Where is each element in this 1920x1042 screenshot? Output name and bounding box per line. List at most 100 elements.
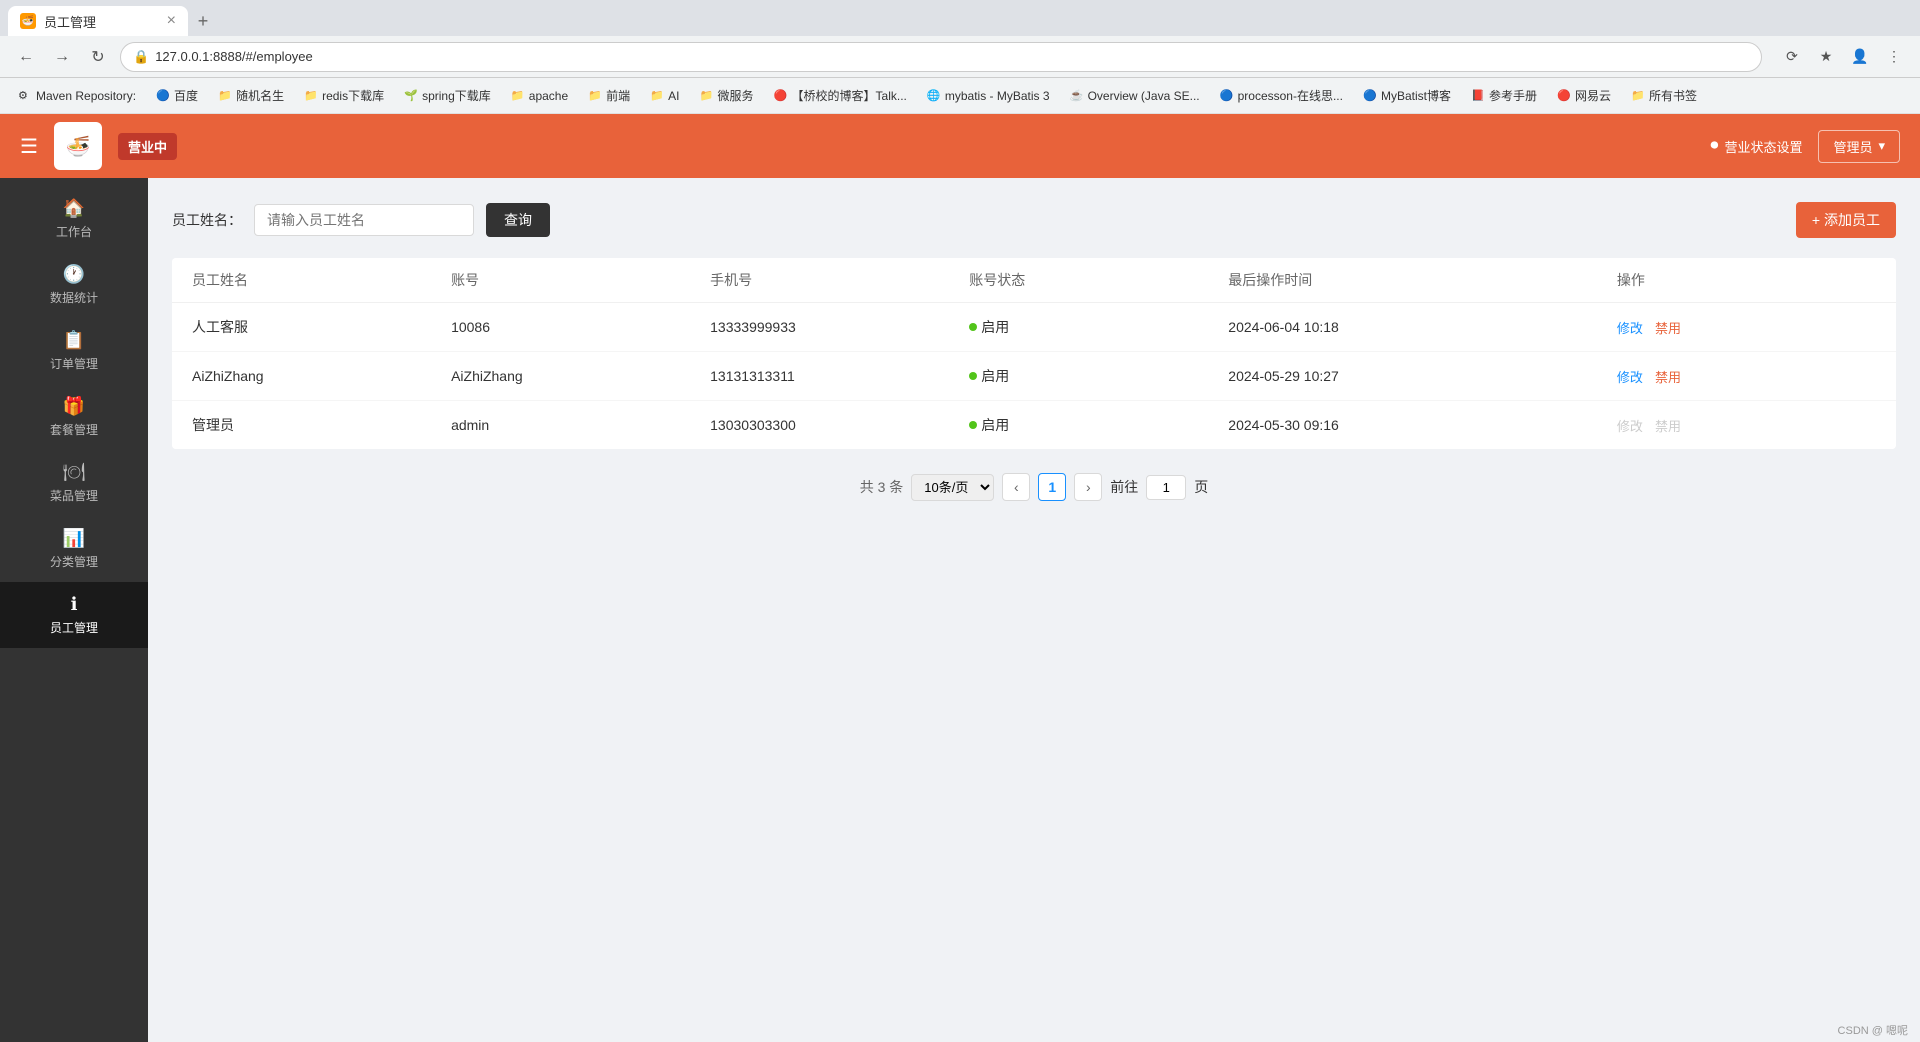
app-wrapper: ☰ 🍜 营业中 ⏺ 营业状态设置 管理员 ▾ xyxy=(0,114,1920,1042)
categories-icon: 📊 xyxy=(63,528,85,549)
bookmark-redis[interactable]: 📁 redis下载库 xyxy=(296,83,392,108)
search-bar: 员工姓名： 查询 + 添加员工 xyxy=(172,202,1896,238)
bookmark-apache[interactable]: 📁 apache xyxy=(503,85,576,107)
sidebar-item-orders[interactable]: 📋 订单管理 xyxy=(0,318,148,384)
lock-icon: 🔒 xyxy=(133,49,149,65)
forward-btn[interactable]: → xyxy=(48,43,76,71)
bookmark-java[interactable]: ☕ Overview (Java SE... xyxy=(1062,85,1208,107)
settings-btn[interactable]: ⋮ xyxy=(1880,43,1908,71)
table-header: 员工姓名 账号 手机号 账号状态 最后操作时间 操作 xyxy=(172,258,1896,303)
maven-icon: ⚙ xyxy=(18,89,32,103)
bookmark-reference[interactable]: 📕 参考手册 xyxy=(1463,83,1545,108)
sidebar-item-workbench[interactable]: 🏠 工作台 xyxy=(0,186,148,252)
edit-btn-1[interactable]: 修改 xyxy=(1617,367,1643,386)
table-row: 管理员 admin 13030303300 启用 2024-05-30 09:1… xyxy=(172,401,1896,449)
tab-close-btn[interactable]: × xyxy=(167,12,176,30)
business-status-icon: ⏺ xyxy=(1710,137,1718,155)
pagination: 共 3 条 10条/页 20条/页 50条/页 ‹ 1 › 前往 页 xyxy=(172,473,1896,501)
profile-btn[interactable]: 👤 xyxy=(1846,43,1874,71)
status-badge: 营业中 xyxy=(118,133,177,160)
employee-name: AiZhiZhang xyxy=(192,368,451,384)
address-text: 127.0.0.1:8888/#/employee xyxy=(155,49,313,64)
employee-account: 10086 xyxy=(451,319,710,335)
bookmark-spring[interactable]: 🌱 spring下载库 xyxy=(396,83,499,108)
add-employee-button[interactable]: + 添加员工 xyxy=(1796,202,1896,238)
search-button[interactable]: 查询 xyxy=(486,203,550,237)
bookmark-mybatist[interactable]: 🔵 MyBatist博客 xyxy=(1355,83,1459,108)
page-size-select[interactable]: 10条/页 20条/页 50条/页 xyxy=(911,474,994,501)
bookmark-baidu[interactable]: 🔵 百度 xyxy=(148,83,206,108)
back-btn[interactable]: ← xyxy=(12,43,40,71)
sidebar-item-employees[interactable]: ℹ 员工管理 xyxy=(0,582,148,648)
employee-last-op: 2024-05-29 10:27 xyxy=(1228,368,1617,384)
business-status-btn[interactable]: ⏺ 营业状态设置 xyxy=(1710,137,1802,156)
sidebar-label-stats: 数据统计 xyxy=(50,289,98,306)
bookmark-netease[interactable]: 🔴 网易云 xyxy=(1549,83,1619,108)
prev-page-btn[interactable]: ‹ xyxy=(1002,473,1030,501)
browser-tab[interactable]: 🍜 员工管理 × xyxy=(8,6,188,36)
refresh-btn[interactable]: ↻ xyxy=(84,43,112,71)
dishes-icon: 🍽 xyxy=(63,462,86,483)
sidebar-item-dishes[interactable]: 🍽 菜品管理 xyxy=(0,450,148,516)
status-dot-icon xyxy=(969,372,977,380)
disable-btn-1[interactable]: 禁用 xyxy=(1655,367,1681,386)
dropdown-arrow-icon: ▾ xyxy=(1878,138,1885,154)
total-info: 共 3 条 xyxy=(860,477,904,497)
bookmark-ai[interactable]: 📁 AI xyxy=(642,85,687,107)
employee-status: 启用 xyxy=(969,317,1228,337)
tab-label: 员工管理 xyxy=(44,12,96,31)
sidebar-item-categories[interactable]: 📊 分类管理 xyxy=(0,516,148,582)
employee-status: 启用 xyxy=(969,415,1228,435)
col-name: 员工姓名 xyxy=(192,270,451,290)
sidebar-label-employees: 员工管理 xyxy=(50,619,98,636)
app-header: ☰ 🍜 营业中 ⏺ 营业状态设置 管理员 ▾ xyxy=(0,114,1920,178)
bookmark-microservice[interactable]: 📁 微服务 xyxy=(692,83,762,108)
address-bar[interactable]: 🔒 127.0.0.1:8888/#/employee xyxy=(120,42,1762,72)
bookmark-all[interactable]: 📁 所有书签 xyxy=(1623,83,1705,108)
content-area: 员工姓名： 查询 + 添加员工 员工姓名 账号 手机号 账号状态 最后操作时间 … xyxy=(148,178,1920,1042)
logo: 🍜 xyxy=(54,122,102,170)
sidebar-item-packages[interactable]: 🎁 套餐管理 xyxy=(0,384,148,450)
tab-favicon: 🍜 xyxy=(20,13,36,29)
sidebar: 🏠 工作台 🕐 数据统计 📋 订单管理 🎁 套餐管理 🍽 菜品管理 xyxy=(0,178,148,1042)
employee-phone: 13030303300 xyxy=(710,417,969,433)
edit-btn-0[interactable]: 修改 xyxy=(1617,318,1643,337)
sidebar-label-workbench: 工作台 xyxy=(56,223,92,240)
sidebar-label-packages: 套餐管理 xyxy=(50,421,98,438)
next-page-btn[interactable]: › xyxy=(1074,473,1102,501)
menu-toggle-btn[interactable]: ☰ xyxy=(20,134,38,159)
search-input[interactable] xyxy=(254,204,474,236)
header-left: ☰ 🍜 营业中 xyxy=(20,122,177,170)
footer-text: CSDN @ 嗯呢 xyxy=(1838,1022,1908,1038)
employee-name: 管理员 xyxy=(192,415,451,435)
goto-input[interactable] xyxy=(1146,475,1186,500)
table-row: 人工客服 10086 13333999933 启用 2024-06-04 10:… xyxy=(172,303,1896,352)
disable-btn-2: 禁用 xyxy=(1655,416,1681,435)
sidebar-item-stats[interactable]: 🕐 数据统计 xyxy=(0,252,148,318)
bookmark-blog[interactable]: 🔴 【桥校的博客】Talk... xyxy=(766,83,915,108)
bookmark-processon[interactable]: 🔵 processon-在线思... xyxy=(1212,83,1351,108)
sidebar-label-orders: 订单管理 xyxy=(50,355,98,372)
employee-status: 启用 xyxy=(969,366,1228,386)
bookmark-frontend[interactable]: 📁 前端 xyxy=(580,83,638,108)
col-status: 账号状态 xyxy=(969,270,1228,290)
bookmark-btn[interactable]: ★ xyxy=(1812,43,1840,71)
extensions-btn[interactable]: ⟳ xyxy=(1778,43,1806,71)
home-icon: 🏠 xyxy=(63,198,85,219)
bookmark-mybatis[interactable]: 🌐 mybatis - MyBatis 3 xyxy=(919,85,1058,107)
disable-btn-0[interactable]: 禁用 xyxy=(1655,318,1681,337)
employee-account: admin xyxy=(451,417,710,433)
bookmark-random[interactable]: 📁 随机名生 xyxy=(210,83,292,108)
col-actions: 操作 xyxy=(1617,270,1876,290)
col-phone: 手机号 xyxy=(710,270,969,290)
new-tab-btn[interactable]: + xyxy=(188,6,218,36)
action-btns: 修改 禁用 xyxy=(1617,367,1876,386)
employee-table: 员工姓名 账号 手机号 账号状态 最后操作时间 操作 人工客服 10086 13… xyxy=(172,258,1896,449)
sidebar-label-dishes: 菜品管理 xyxy=(50,487,98,504)
admin-dropdown[interactable]: 管理员 ▾ xyxy=(1818,130,1900,163)
admin-label: 管理员 xyxy=(1833,137,1872,156)
edit-btn-2: 修改 xyxy=(1617,416,1643,435)
bookmark-maven[interactable]: ⚙ Maven Repository: xyxy=(10,85,144,107)
logo-image: 🍜 xyxy=(54,122,102,170)
employee-last-op: 2024-05-30 09:16 xyxy=(1228,417,1617,433)
